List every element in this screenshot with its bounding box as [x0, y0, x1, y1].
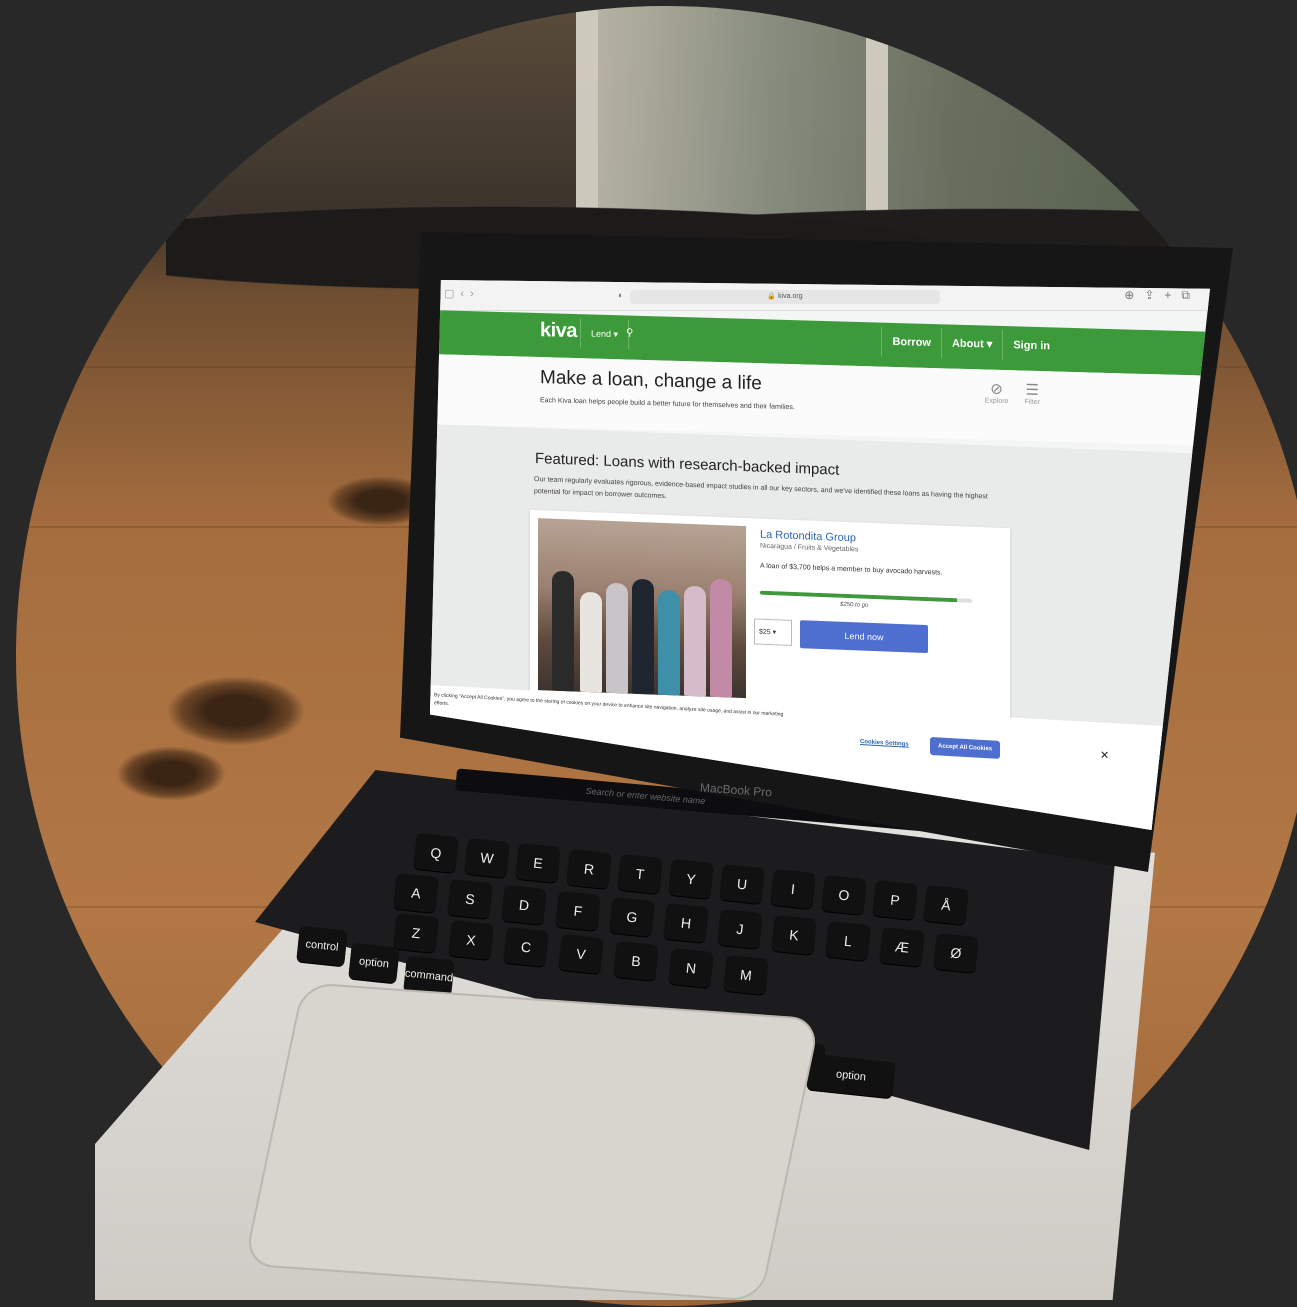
- page-title: Make a loan, change a life: [540, 367, 762, 395]
- key[interactable]: L: [825, 920, 871, 962]
- trackpad[interactable]: [243, 982, 821, 1302]
- key[interactable]: Q: [413, 832, 459, 874]
- key[interactable]: E: [515, 843, 561, 884]
- search-icon[interactable]: ⚲: [626, 327, 633, 338]
- loan-name[interactable]: La Rotondita Group: [760, 529, 856, 545]
- key[interactable]: S: [447, 878, 493, 920]
- url-field[interactable]: 🔒 kiva.org: [630, 290, 940, 304]
- key[interactable]: G: [609, 896, 655, 938]
- key[interactable]: Æ: [879, 926, 925, 968]
- key[interactable]: K: [771, 914, 817, 956]
- chevron-down-icon: ▾: [613, 329, 619, 340]
- wood-knot: [166, 676, 306, 746]
- person-figure: [658, 589, 680, 696]
- shield-icon[interactable]: ◐: [618, 290, 623, 300]
- person-figure: [580, 591, 602, 693]
- page-subtitle: Each Kiva loan helps people build a bett…: [540, 397, 795, 412]
- person-figure: [710, 578, 732, 698]
- funding-progress: [760, 590, 972, 603]
- key[interactable]: M: [723, 954, 769, 996]
- filter-label: Filter: [1024, 398, 1040, 407]
- explore-button[interactable]: ⊘ Explore: [984, 379, 1009, 406]
- share-icon[interactable]: ⇪: [1144, 288, 1164, 302]
- amount-value: $25: [759, 628, 771, 637]
- new-tab-icon[interactable]: +: [1164, 288, 1181, 302]
- nav-sign-in[interactable]: Sign in: [1002, 329, 1060, 362]
- modifier-key[interactable]: option: [348, 942, 400, 984]
- key[interactable]: B: [613, 940, 659, 982]
- nav-right: Borrow About ▾ Sign in: [881, 326, 1060, 362]
- chevron-down-icon: ▾: [772, 629, 777, 637]
- loan-card: La Rotondita Group Nicaragua / Fruits & …: [530, 509, 1010, 719]
- browser-nav: ▢‹›: [444, 287, 480, 300]
- key[interactable]: N: [668, 947, 714, 989]
- amount-select[interactable]: $25 ▾: [754, 618, 792, 646]
- cookies-settings-link[interactable]: Cookies Settings: [860, 739, 909, 748]
- key[interactable]: D: [501, 884, 547, 926]
- key[interactable]: C: [503, 926, 549, 968]
- compass-icon: ⊘: [990, 380, 1003, 399]
- hero-tools: ⊘ Explore ☰ Filter: [985, 379, 1040, 406]
- amount-to-go: $250 to go: [840, 601, 869, 609]
- modifier-key[interactable]: control: [296, 925, 348, 967]
- key[interactable]: X: [448, 919, 494, 961]
- key[interactable]: O: [821, 874, 867, 915]
- loan-location: Nicaragua / Fruits & Vegetables: [760, 542, 859, 554]
- nav-about[interactable]: About ▾: [940, 328, 1003, 360]
- borrower-photo[interactable]: [538, 518, 746, 699]
- chevron-down-icon: ▾: [986, 338, 993, 351]
- funding-progress-fill: [760, 590, 958, 603]
- person-figure: [606, 582, 628, 694]
- key[interactable]: W: [464, 838, 510, 879]
- key[interactable]: F: [555, 890, 601, 932]
- kiva-logo[interactable]: kiva: [540, 319, 577, 343]
- sliders-icon: ☰: [1025, 381, 1039, 400]
- key[interactable]: R: [566, 848, 612, 889]
- key[interactable]: I: [770, 869, 816, 910]
- tabs-icon[interactable]: ⧉: [1181, 288, 1200, 302]
- key[interactable]: Ø: [933, 932, 979, 974]
- key[interactable]: T: [617, 853, 663, 894]
- key[interactable]: U: [719, 864, 765, 905]
- person-figure: [552, 570, 574, 692]
- key[interactable]: Z: [393, 912, 439, 954]
- explore-label: Explore: [984, 397, 1009, 406]
- sidebar-icon[interactable]: ▢: [444, 288, 460, 300]
- key[interactable]: Å: [923, 884, 969, 926]
- key[interactable]: Y: [668, 858, 714, 900]
- key[interactable]: P: [872, 879, 918, 920]
- key[interactable]: V: [558, 933, 604, 975]
- nav-borrow[interactable]: Borrow: [881, 326, 941, 359]
- filter-button[interactable]: ☰ Filter: [1024, 381, 1040, 406]
- close-icon[interactable]: ✕: [1100, 748, 1109, 762]
- nav-lend-label: Lend: [591, 328, 612, 340]
- key[interactable]: J: [717, 908, 763, 950]
- key[interactable]: H: [663, 902, 709, 944]
- download-icon[interactable]: ⊕: [1124, 288, 1144, 302]
- url-text: kiva.org: [778, 293, 803, 300]
- person-figure: [632, 578, 654, 695]
- forward-icon[interactable]: ›: [470, 288, 480, 300]
- featured-title: Featured: Loans with research-backed imp…: [535, 450, 840, 479]
- accept-cookies-button[interactable]: Accept All Cookies: [930, 736, 1001, 759]
- nav-about-label: About: [951, 337, 984, 351]
- key[interactable]: A: [393, 872, 439, 914]
- back-icon[interactable]: ‹: [460, 288, 470, 300]
- wood-knot: [116, 746, 226, 801]
- person-figure: [684, 585, 706, 697]
- browser-actions: ⊕⇪+⧉: [1124, 288, 1200, 303]
- featured-description: Our team regularly evaluates rigorous, e…: [534, 475, 988, 501]
- nav-lend[interactable]: Lend ▾: [580, 318, 630, 350]
- lend-now-button[interactable]: Lend now: [800, 620, 928, 654]
- loan-description: A loan of $3,700 helps a member to buy a…: [760, 562, 943, 577]
